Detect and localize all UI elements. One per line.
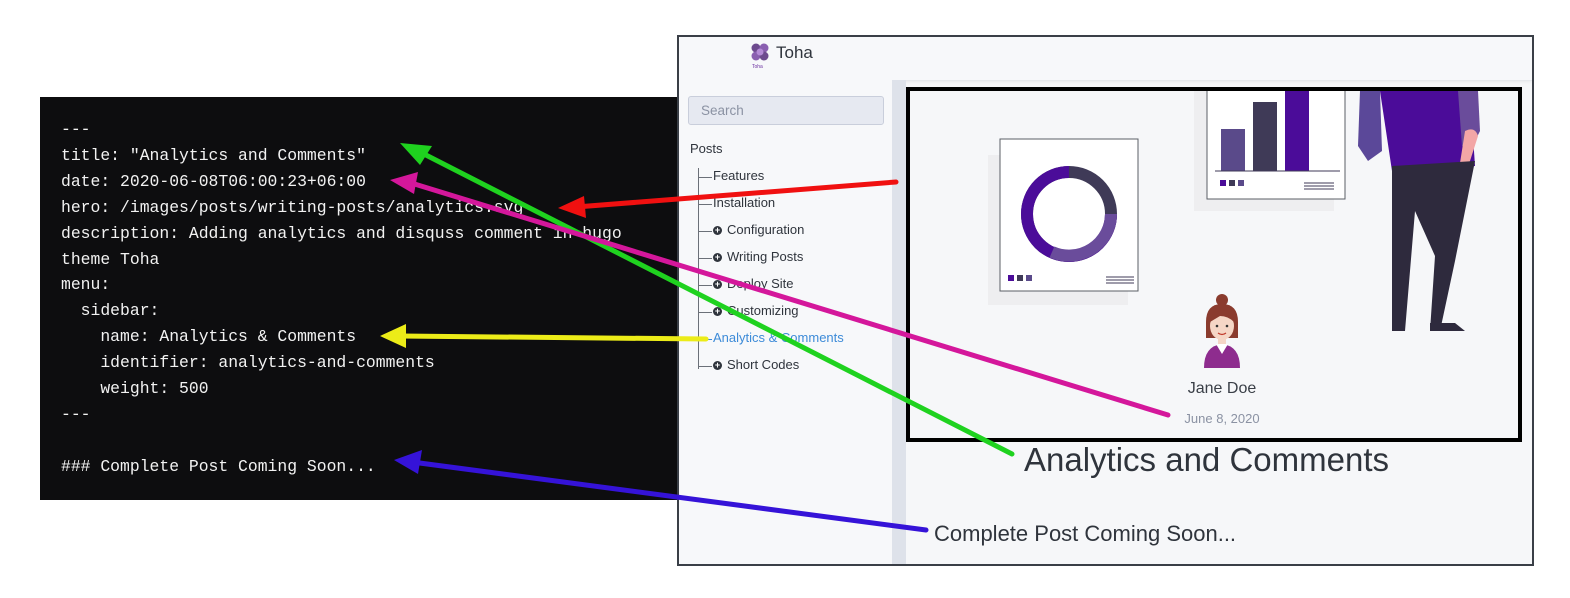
code-line: weight: 500 xyxy=(61,379,209,399)
tree-branch xyxy=(698,258,712,259)
sidebar-item-label: Analytics & Comments xyxy=(713,330,844,345)
tree-branch xyxy=(698,231,712,232)
sidebar-section-posts[interactable]: Posts xyxy=(690,141,723,156)
code-line: description: Adding analytics and disqus… xyxy=(61,223,622,243)
sidebar-item-label: Configuration xyxy=(727,222,805,237)
website-preview: Toha Toha Search Posts Features Installat… xyxy=(677,35,1534,566)
search-input[interactable]: Search xyxy=(688,96,884,125)
sidebar: Search Posts Features Installation + Config… xyxy=(679,80,892,564)
tree-branch xyxy=(698,177,712,178)
plus-circle-icon[interactable]: + xyxy=(713,361,722,370)
post-body: Complete Post Coming Soon... xyxy=(934,521,1237,546)
sidebar-divider xyxy=(892,80,906,564)
author-avatar xyxy=(1204,294,1240,368)
site-header: Toha Toha xyxy=(679,37,1532,81)
code-line: date: 2020-06-08T06:00:23+06:00 xyxy=(61,171,366,191)
front-matter-code: --- title: "Analytics and Comments" date… xyxy=(61,117,622,480)
post-title: Analytics and Comments xyxy=(1024,441,1389,478)
sidebar-item-label: Deploy Site xyxy=(727,276,794,291)
code-line: --- xyxy=(61,404,91,424)
plus-circle-icon[interactable]: + xyxy=(713,307,722,316)
sidebar-item-label: Features xyxy=(713,168,765,183)
tree-branch xyxy=(698,285,712,286)
hero-image: Jane Doe June 8, 2020 xyxy=(906,87,1522,442)
tree-branch xyxy=(698,339,712,340)
tree-branch xyxy=(698,312,712,313)
code-line: name: Analytics & Comments xyxy=(61,327,357,347)
code-line: identifier: analytics-and-comments xyxy=(61,353,435,373)
post-date: June 8, 2020 xyxy=(1184,411,1260,426)
plus-circle-icon[interactable]: + xyxy=(713,253,722,262)
code-line: title: "Analytics and Comments" xyxy=(61,145,366,165)
sidebar-item-label: Customizing xyxy=(727,303,799,318)
code-line: menu: xyxy=(61,275,111,295)
logo-caption: Toha xyxy=(752,64,763,70)
code-line: hero: /images/posts/writing-posts/analyt… xyxy=(61,197,524,217)
code-line: ### Complete Post Coming Soon... xyxy=(61,456,376,476)
tree-branch xyxy=(698,366,712,367)
code-line: --- xyxy=(61,120,91,139)
plus-circle-icon[interactable]: + xyxy=(713,280,722,289)
sidebar-item-label: Short Codes xyxy=(727,357,800,372)
tree-branch xyxy=(698,204,712,205)
plus-circle-icon[interactable]: + xyxy=(713,226,722,235)
code-line: sidebar: xyxy=(61,301,160,321)
author-name: Jane Doe xyxy=(1187,380,1257,397)
sidebar-item-label: Writing Posts xyxy=(727,249,804,264)
sidebar-item-label: Installation xyxy=(713,195,776,210)
code-line: theme Toha xyxy=(61,249,160,269)
code-panel: --- title: "Analytics and Comments" date… xyxy=(40,97,680,500)
brand-name[interactable]: Toha xyxy=(776,43,813,63)
